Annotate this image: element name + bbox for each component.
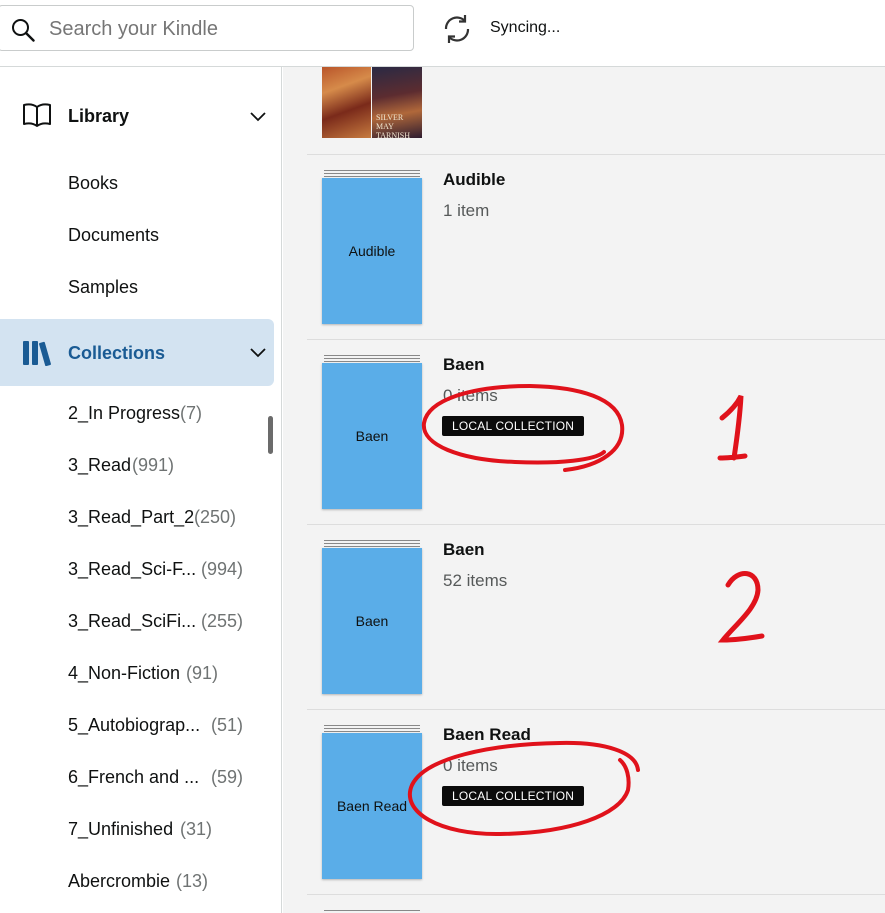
collection-item[interactable]: 4_Non-Fiction (91) [68,663,258,687]
collection-name: 7_Unfinished [68,819,174,839]
collection-name: 3_Read_Sci-F... [68,559,197,579]
collection-count: (59) [211,767,244,787]
collection-cover[interactable]: Audible [322,178,422,324]
collection-title[interactable]: Audible [443,170,505,190]
top-bar: Syncing... [0,0,885,67]
collection-name: 4_Non-Fiction [68,663,181,683]
collection-count: 52 items [443,571,508,590]
collection-count: (255) [201,611,244,631]
collection-item[interactable]: 3_Read_Sci-F... (994) [68,559,258,583]
collection-cover[interactable]: Baen [322,363,422,509]
collection-item[interactable]: 3_Read_SciFi... (255) [68,611,258,635]
chevron-down-icon[interactable] [250,348,266,358]
collection-count: 1 item [443,201,490,220]
sync-status: Syncing... [490,19,561,36]
collection-name: 3_Read_SciFi... [68,611,197,631]
collection-title[interactable]: Baen Read [443,725,531,745]
collection-item[interactable]: 6_French and ... (59) [68,767,258,791]
row-divider [307,154,885,155]
local-collection-badge: LOCAL COLLECTION [442,786,585,806]
book-cover-thumbnail[interactable]: SILVER MAY TARNISH [372,67,422,140]
collection-count: (994) [201,559,244,579]
collection-count: (7) [180,403,202,423]
collection-count: (91) [186,663,219,683]
collection-name: 3_Read [68,455,132,475]
collections-grid: SILVER MAY TARNISH Audible Audible 1 ite… [283,67,885,913]
collection-name: 2_In Progress [68,403,181,423]
sidebar: Library Books Documents Samples Collecti… [0,67,282,913]
collections-icon [23,341,51,366]
collection-count: (991) [132,455,175,475]
sidebar-library-header[interactable]: Library [0,89,274,143]
sync-icon[interactable] [440,12,474,46]
row-divider [307,339,885,340]
collection-name: 5_Autobiograp... [68,715,201,735]
collection-item[interactable]: 2_In Progress (7) [68,403,258,427]
collection-count: (13) [176,871,209,891]
row-divider [307,524,885,525]
search-box[interactable] [0,5,414,51]
collection-count: (31) [180,819,213,839]
search-icon [12,19,35,42]
collection-count: 0 items [443,756,498,775]
collection-name: Abercrombie [68,871,171,891]
collection-cover[interactable]: Baen [322,548,422,694]
collections-label: Collections [68,343,166,363]
collection-item[interactable]: 3_Read (991) [68,455,258,479]
collection-count: (51) [211,715,244,735]
collection-item[interactable]: 7_Unfinished (31) [68,819,258,843]
collection-cover[interactable]: Baen Read [322,733,422,879]
collection-count: 0 items [443,386,498,405]
collection-title[interactable]: Baen [443,355,485,375]
row-divider [307,894,885,895]
collection-title[interactable]: Baen [443,540,485,560]
book-cover-thumbnail[interactable] [322,67,371,138]
sidebar-item-books[interactable]: Books [68,173,118,194]
collection-item[interactable]: 3_Read_Part_2 (250) [68,507,258,531]
collection-item[interactable]: 5_Autobiograp... (51) [68,715,258,739]
row-divider [307,709,885,710]
collection-name: 3_Read_Part_2 [68,507,195,527]
library-label: Library [68,106,130,126]
sidebar-collections-header[interactable]: Collections [0,319,274,386]
collection-count: (250) [194,507,237,527]
search-input[interactable] [47,14,401,44]
sidebar-item-samples[interactable]: Samples [68,277,138,298]
cover-text: SILVER MAY TARNISH [376,113,411,140]
collection-item[interactable]: Abercrombie (13) [68,871,258,895]
local-collection-badge: LOCAL COLLECTION [442,416,585,436]
collection-name: 6_French and ... [68,767,200,787]
sidebar-item-documents[interactable]: Documents [68,225,159,246]
chevron-down-icon[interactable] [250,112,266,122]
sidebar-scrollbar[interactable] [268,416,273,454]
open-book-icon [23,103,51,127]
